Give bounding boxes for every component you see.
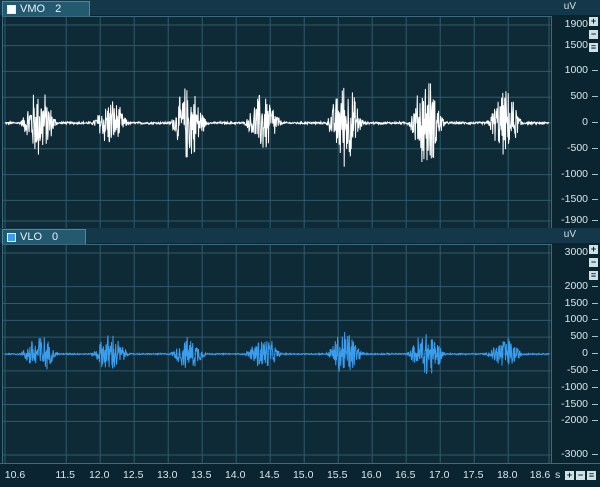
signal-trace-vmo — [5, 83, 550, 167]
time-tick-label: 13.5 — [190, 469, 212, 481]
time-unit: s — [555, 469, 561, 481]
auto-fit-button[interactable]: ≡ — [589, 43, 598, 52]
y-tick-label: 500 — [570, 90, 598, 103]
y-tick-label: 0 — [582, 116, 598, 128]
channel-panel-vlo: VLO 0 uV 3000 2000 1500 1000 500 0 -500 -1000 -1… — [0, 228, 600, 464]
time-fit-button[interactable]: ≡ — [587, 471, 596, 480]
channel-tab-vlo[interactable]: VLO 0 — [2, 229, 86, 244]
y-tick-label: 0 — [582, 347, 598, 359]
y-tick-label: 500 — [570, 330, 598, 343]
channel-name: VMO — [20, 3, 46, 15]
waveform-plot-vlo[interactable] — [2, 244, 552, 464]
time-tick-label: 18.6 — [529, 469, 551, 481]
y-tick-label: -1500 — [561, 397, 598, 410]
time-tick-label: 17.0 — [428, 469, 450, 481]
y-tick-label: 1000 — [564, 64, 599, 77]
channel-unit: uV — [563, 1, 576, 12]
time-tick-label: 12.5 — [122, 469, 144, 481]
y-tick-label: -500 — [566, 363, 599, 376]
time-tick-label: 13.0 — [156, 469, 178, 481]
channel-name: VLO — [20, 231, 43, 243]
channel-color-chip — [7, 232, 16, 242]
time-tick-label: 15.0 — [292, 469, 314, 481]
y-tick-label: -3000 — [561, 448, 598, 460]
channel-unit: uV — [563, 229, 576, 240]
time-zoom-in-button[interactable]: + — [565, 471, 574, 480]
channel-index: 0 — [52, 231, 59, 243]
y-tick-label: -1000 — [561, 167, 598, 180]
y-tick-label: -500 — [566, 141, 599, 154]
y-tick-label: 2000 — [564, 279, 599, 292]
y-tick-label: 1500 — [564, 38, 599, 51]
signal-trace-vlo — [4, 331, 550, 375]
channel-header-vlo: VLO 0 uV — [0, 228, 600, 244]
time-tick-label: 15.5 — [326, 469, 348, 481]
y-tick-label: -1000 — [561, 380, 598, 393]
time-tick-label: 17.5 — [462, 469, 484, 481]
time-tick-label: 11.5 — [55, 469, 76, 481]
zoom-out-button[interactable]: − — [589, 258, 598, 267]
y-tick-label: 1000 — [564, 313, 599, 326]
channel-color-chip — [7, 4, 16, 14]
channel-index: 2 — [55, 3, 62, 15]
time-tick-label: 10.6 — [4, 469, 26, 481]
zoom-in-button[interactable]: + — [589, 17, 598, 26]
y-tick-label: -1500 — [561, 193, 598, 206]
waveform-svg — [3, 245, 551, 463]
y-tick-label: -1900 — [561, 214, 598, 226]
time-tick-label: 12.0 — [88, 469, 110, 481]
time-tick-label: 16.0 — [360, 469, 382, 481]
channel-tab-vmo[interactable]: VMO 2 — [2, 1, 90, 16]
time-axis: s + − ≡ 10.6 11.5 12.0 12.5 13.0 13.5 14.0 14.5… — [0, 463, 600, 487]
y-tick-label: 1900 — [564, 18, 599, 30]
time-zoom-out-button[interactable]: − — [576, 471, 585, 480]
waveform-svg — [3, 17, 551, 229]
y-tick-label: 1500 — [564, 296, 599, 309]
time-tick-label: 14.5 — [258, 469, 280, 481]
auto-fit-button[interactable]: ≡ — [589, 271, 598, 280]
y-tick-label: 3000 — [564, 246, 599, 258]
y-tick-label: -2000 — [561, 414, 598, 427]
time-tick-label: 16.5 — [394, 469, 416, 481]
time-tick-label: 18.0 — [496, 469, 518, 481]
channel-panel-vmo: VMO 2 uV 1900 1500 1000 500 0 -500 -1000 -1500 -… — [0, 0, 600, 230]
waveform-plot-vmo[interactable] — [2, 16, 552, 230]
zoom-in-button[interactable]: + — [589, 245, 598, 254]
zoom-out-button[interactable]: − — [589, 30, 598, 39]
channel-header-vmo: VMO 2 uV — [0, 0, 600, 16]
time-tick-label: 14.0 — [224, 469, 246, 481]
